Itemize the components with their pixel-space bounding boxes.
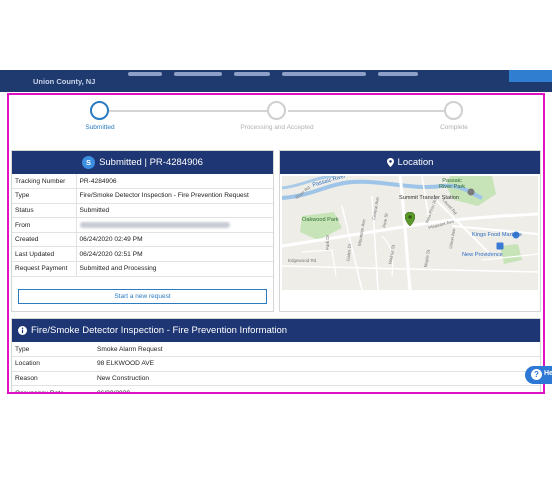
info-icon [18,326,27,335]
table-row: Tracking Number PR-4284906 [12,174,273,190]
table-row: Type Smoke Alarm Request [12,342,540,358]
row-key: Type [12,342,94,358]
row-key: Request Payment [12,261,77,277]
map-label: Kings Food Markets [472,232,522,238]
header-action-button[interactable] [509,70,552,82]
row-value: 06/24/2020 02:51 PM [76,246,273,263]
table-row: Status Submitted [12,203,273,219]
redacted-email [79,221,230,228]
nav-item[interactable] [174,72,222,76]
request-summary-title: Submitted | PR-4284906 [99,157,203,168]
row-value: PR-4284906 [76,174,273,190]
location-map[interactable]: Passaic River Passaic River Park Summit … [282,176,538,290]
table-row: Location 98 ELKWOOD AVE [12,356,540,372]
table-row: Reason New Construction [12,371,540,387]
map-label: New Providence [462,252,503,258]
table-row: Request Payment Submitted and Processing [12,261,273,277]
location-title: Location [397,157,434,168]
row-key: Occupancy Date [12,385,94,392]
information-card: Fire/Smoke Detector Inspection - Fire Pr… [11,318,541,392]
question-icon: ? [531,369,542,380]
map-label: Oakwood Park [302,217,339,223]
information-title: Fire/Smoke Detector Inspection - Fire Pr… [31,325,288,336]
step-submitted-circle [90,101,109,120]
row-value: Submitted and Processing [76,261,273,277]
step-connector [288,110,444,112]
row-key: Created [12,232,77,248]
table-row: Type Fire/Smoke Detector Inspection - Fir… [12,188,273,204]
site-header: Union County, NJ [0,70,552,92]
row-value: 06/30/2020 [94,385,540,392]
table-row: From [12,217,273,233]
step-submitted-label: Submitted [85,124,115,131]
map-label: Summit Transfer Station [399,195,459,201]
request-detail-panel: Submitted Processing and Accepted Comple… [7,93,545,394]
row-key: Last Updated [12,246,77,263]
county-name: Union County, NJ [33,77,96,86]
row-value: 06/24/2020 02:49 PM [76,232,273,248]
progress-stepper: Submitted Processing and Accepted Comple… [9,95,543,145]
bus-stop-icon [496,242,504,250]
nav-item[interactable] [282,72,366,76]
help-label: He [544,370,552,377]
table-row: Occupancy Date 06/30/2020 [12,385,540,392]
map-label: Passaic River Park [439,178,466,190]
row-value: 98 ELKWOOD AVE [94,356,540,372]
place-marker-icon [467,188,475,196]
step-complete-label: Complete [440,124,468,131]
row-key: Reason [12,371,94,387]
map-marker-icon [386,158,394,167]
row-value: New Construction [94,371,540,387]
row-value: Smoke Alarm Request [94,342,540,358]
row-value: Fire/Smoke Detector Inspection - Fire Pr… [76,188,273,204]
row-key: Location [12,356,94,372]
information-table: Type Smoke Alarm Request Location 98 ELKWO… [12,342,540,392]
row-key: Tracking Number [12,174,77,190]
request-summary-header: S Submitted | PR-4284906 [12,151,273,174]
street-label: Edgewood Rd [288,258,317,263]
step-processing-circle [267,101,286,120]
start-new-request-button[interactable]: Start a new request [18,289,267,304]
request-summary-card: S Submitted | PR-4284906 Tracking Number… [11,150,274,312]
row-key: From [12,217,77,233]
row-key: Type [12,188,77,204]
help-button[interactable]: ? He [525,366,552,384]
information-header: Fire/Smoke Detector Inspection - Fire Pr… [12,319,540,342]
row-key: Status [12,203,77,219]
header-nav[interactable] [128,72,468,77]
table-row: Created 06/24/2020 02:49 PM [12,232,273,248]
street-label: Park Dr [325,234,331,251]
row-value [76,217,273,233]
table-row: Last Updated 06/24/2020 02:51 PM [12,246,273,263]
location-card: Location Passaic River Passaic River Par… [279,150,541,312]
nav-item[interactable] [128,72,162,76]
location-header: Location [280,151,540,174]
step-complete-circle [444,101,463,120]
step-connector [109,110,267,112]
nav-item[interactable] [378,72,418,76]
nav-item[interactable] [234,72,270,76]
step-processing-label: Processing and Accepted [240,124,314,131]
screenshot: Union County, NJ Submitted Processing an… [0,0,552,490]
status-badge: S [82,156,96,169]
row-value: Submitted [76,203,273,219]
map-pin-icon[interactable] [405,212,415,226]
request-summary-table: Tracking Number PR-4284906 Type Fire/Smoke… [12,174,273,277]
